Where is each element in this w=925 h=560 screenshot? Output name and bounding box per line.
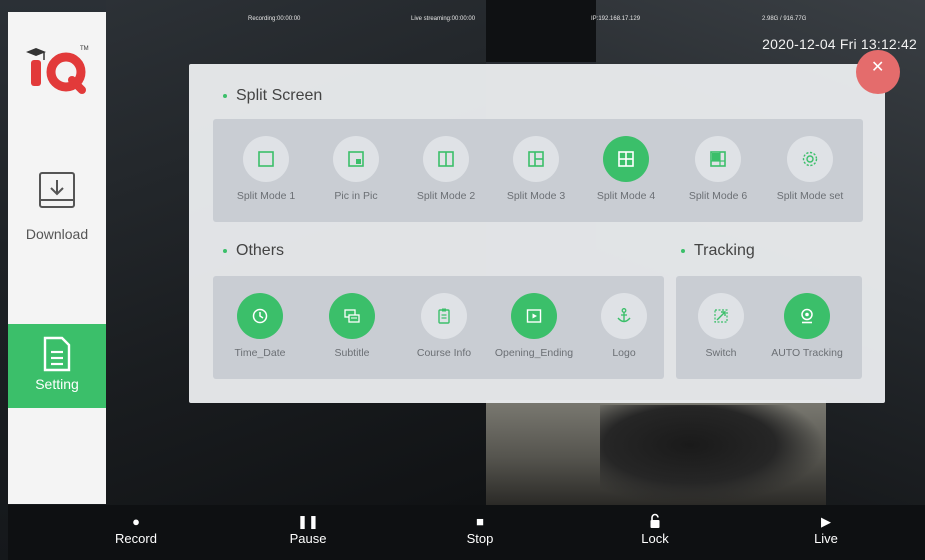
download-icon xyxy=(39,172,75,208)
camera-feed-headphones xyxy=(600,405,825,505)
section-label: Split Screen xyxy=(236,87,323,104)
option-label: Split Mode 6 xyxy=(688,190,748,202)
subtitle-icon xyxy=(329,293,375,339)
live-label: Live xyxy=(814,531,838,546)
anchor-icon xyxy=(601,293,647,339)
split-mode-4-button[interactable]: Split Mode 4 xyxy=(581,136,671,202)
datetime: 2020-12-04 Fri 13:12:42 xyxy=(762,36,917,52)
gear-icon xyxy=(787,136,833,182)
section-label: Others xyxy=(236,242,285,259)
bullet-dot xyxy=(223,94,227,98)
split-mode-2-button[interactable]: Split Mode 2 xyxy=(401,136,491,202)
option-label: Course Info xyxy=(416,347,472,359)
screen: Recording:00:00:00 Live streaming:00:00:… xyxy=(0,0,925,560)
section-title-split-screen: Split Screen xyxy=(223,87,322,105)
stop-button[interactable]: ■ Stop xyxy=(440,513,520,546)
stop-label: Stop xyxy=(466,531,494,546)
option-label: Time_Date xyxy=(234,347,286,359)
live-streaming-timer: Live streaming:00:00:00 xyxy=(411,16,476,22)
six-grid-icon xyxy=(695,136,741,182)
section-title-others: Others xyxy=(223,242,284,260)
subtitle-button[interactable]: Subtitle xyxy=(307,293,397,359)
option-label: Split Mode 1 xyxy=(236,190,296,202)
close-button[interactable]: ✕ xyxy=(856,50,900,94)
pic-in-pic-button[interactable]: Pic in Pic xyxy=(311,136,401,202)
single-square-icon xyxy=(243,136,289,182)
pause-button[interactable]: ❚❚ Pause xyxy=(268,513,348,546)
section-label: Tracking xyxy=(694,242,755,259)
clock-icon xyxy=(237,293,283,339)
bottom-control-bar: ● Record ❚❚ Pause ■ Stop Lock ▶ Live xyxy=(8,505,925,560)
pause-label: Pause xyxy=(289,531,327,546)
record-button[interactable]: ● Record xyxy=(96,513,176,546)
lock-label: Lock xyxy=(641,531,669,546)
two-columns-icon xyxy=(423,136,469,182)
svg-text:TM: TM xyxy=(80,46,89,52)
pause-icon: ❚❚ xyxy=(297,514,319,529)
option-label: Pic in Pic xyxy=(334,190,378,202)
option-label: Split Mode set xyxy=(776,190,844,202)
clipboard-icon xyxy=(421,293,467,339)
status-bar: Recording:00:00:00 Live streaming:00:00:… xyxy=(106,10,925,28)
sidebar-item-setting[interactable]: Setting xyxy=(8,324,106,408)
four-grid-icon xyxy=(603,136,649,182)
sidebar: TM Download Setting xyxy=(8,12,106,504)
bullet-dot xyxy=(223,249,227,253)
split-mode-6-button[interactable]: Split Mode 6 xyxy=(673,136,763,202)
iq-logo: TM xyxy=(22,38,92,98)
document-icon xyxy=(42,336,72,372)
stop-icon: ■ xyxy=(476,514,484,529)
recording-timer: Recording:00:00:00 xyxy=(248,16,301,22)
lock-button[interactable]: Lock xyxy=(615,513,695,546)
play-triangle-icon: ▶ xyxy=(821,514,831,529)
lock-icon xyxy=(615,513,695,531)
record-label: Record xyxy=(115,531,157,546)
settings-panel: Split Screen Split Mode 1 Pic in Pic Spl… xyxy=(189,64,885,403)
option-label: Switch xyxy=(705,347,737,359)
split-mode-3-button[interactable]: Split Mode 3 xyxy=(491,136,581,202)
live-button[interactable]: ▶ Live xyxy=(786,513,866,546)
sidebar-item-download[interactable]: Download xyxy=(8,172,106,272)
option-label: Split Mode 3 xyxy=(506,190,566,202)
sidebar-item-label: Setting xyxy=(35,376,79,392)
disk-usage: 2.98G / 916.77G xyxy=(762,16,807,22)
play-icon xyxy=(511,293,557,339)
tracking-group: Switch AUTO Tracking xyxy=(676,276,862,379)
opening-ending-button[interactable]: Opening_Ending xyxy=(489,293,579,359)
sidebar-item-label: Download xyxy=(25,226,89,242)
bullet-dot xyxy=(681,249,685,253)
option-label: Logo xyxy=(612,347,636,359)
split-mode-set-button[interactable]: Split Mode set xyxy=(765,136,855,202)
auto-tracking-button[interactable]: AUTO Tracking xyxy=(762,293,852,359)
pip-icon xyxy=(333,136,379,182)
split-mode-1-button[interactable]: Split Mode 1 xyxy=(221,136,311,202)
split-screen-group: Split Mode 1 Pic in Pic Split Mode 2 Spl… xyxy=(213,119,863,222)
option-label: AUTO Tracking xyxy=(771,347,843,359)
logo-button[interactable]: Logo xyxy=(579,293,669,359)
webcam-icon xyxy=(784,293,830,339)
option-label: Split Mode 2 xyxy=(416,190,476,202)
close-icon: ✕ xyxy=(871,59,885,76)
switch-arrows-icon xyxy=(698,293,744,339)
record-dot-icon: ● xyxy=(132,514,140,529)
others-group: Time_Date Subtitle Course Info Opening_E… xyxy=(213,276,664,379)
option-label: Opening_Ending xyxy=(494,347,574,359)
course-info-button[interactable]: Course Info xyxy=(399,293,489,359)
option-label: Split Mode 4 xyxy=(596,190,656,202)
section-title-tracking: Tracking xyxy=(681,242,755,260)
time-date-button[interactable]: Time_Date xyxy=(215,293,305,359)
ip-address: IP:192.168.17.129 xyxy=(591,16,641,22)
three-split-icon xyxy=(513,136,559,182)
option-label: Subtitle xyxy=(334,347,370,359)
switch-button[interactable]: Switch xyxy=(676,293,766,359)
